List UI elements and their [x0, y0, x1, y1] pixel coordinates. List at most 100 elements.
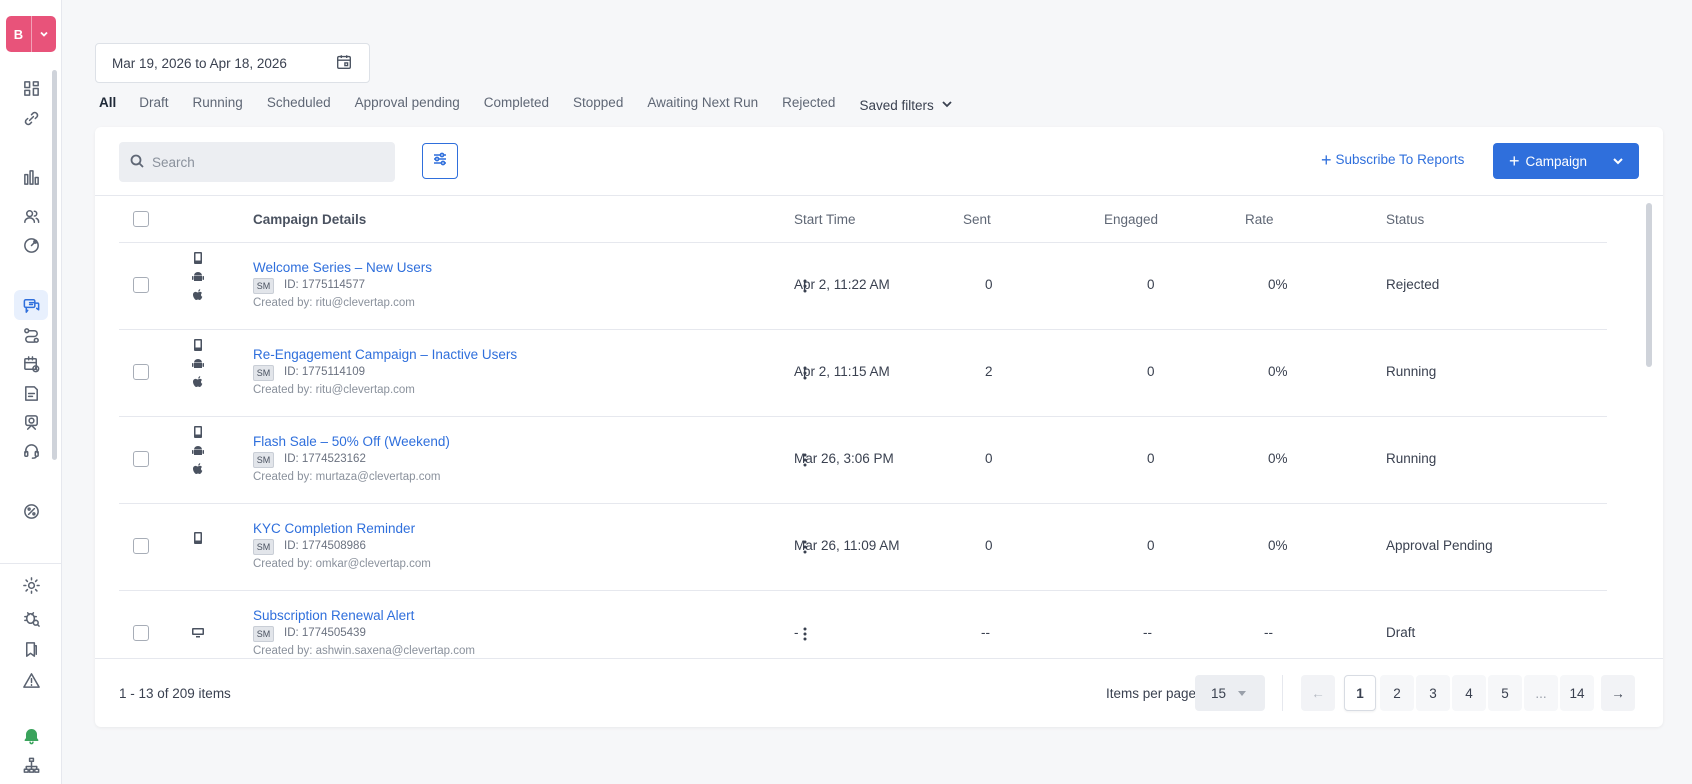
date-range-picker[interactable]: Mar 19, 2026 to Apr 18, 2026	[95, 43, 370, 83]
engaged-count: 0	[1147, 364, 1155, 379]
sent-count: 2	[985, 364, 993, 379]
items-per-page-select[interactable]: 15	[1195, 675, 1265, 711]
dashboard-icon[interactable]	[14, 73, 48, 103]
page-1[interactable]: 1	[1344, 675, 1376, 711]
more-options-icon[interactable]	[797, 626, 813, 642]
table-row[interactable]: KYC Completion Reminder SM ID: 177450898…	[119, 504, 1607, 591]
row-checkbox[interactable]	[133, 277, 149, 293]
rail-scrollbar[interactable]	[52, 70, 57, 460]
gear-icon[interactable]	[14, 570, 48, 600]
support-icon[interactable]	[14, 436, 48, 466]
table-row[interactable]: Welcome Series – New Users SM ID: 177511…	[119, 243, 1607, 330]
search-input[interactable]: Search	[152, 155, 195, 170]
tab-completed[interactable]: Completed	[484, 95, 549, 115]
plus-icon: +	[1321, 149, 1332, 170]
campaign-name-link[interactable]: Welcome Series – New Users	[253, 260, 432, 275]
debug-icon[interactable]	[14, 603, 48, 633]
tab-awaiting-next-run[interactable]: Awaiting Next Run	[647, 95, 758, 115]
android-icon	[191, 357, 205, 371]
scheduled-icon[interactable]	[14, 349, 48, 379]
left-nav-rail: B	[0, 0, 62, 784]
create-campaign-button[interactable]: + Campaign	[1493, 143, 1639, 179]
calendar-icon[interactable]	[335, 53, 353, 74]
rewards-icon[interactable]	[14, 407, 48, 437]
android-icon	[191, 270, 205, 284]
tab-running[interactable]: Running	[193, 95, 243, 115]
campaign-id: ID: 1774505439	[284, 627, 366, 639]
table-row[interactable]: Subscription Renewal Alert SM ID: 177450…	[119, 591, 1607, 658]
prev-page-button[interactable]: ←	[1301, 675, 1335, 711]
users-icon[interactable]	[14, 201, 48, 231]
campaign-creator: Created by: ashwin.saxena@clevertap.com	[253, 645, 475, 657]
tab-stopped[interactable]: Stopped	[573, 95, 623, 115]
status-value: Approval Pending	[1386, 538, 1493, 553]
status-value: Running	[1386, 364, 1437, 379]
row-checkbox[interactable]	[133, 364, 149, 380]
tab-all[interactable]: All	[99, 95, 116, 115]
divider	[95, 658, 1663, 659]
divider	[1282, 675, 1283, 711]
row-checkbox[interactable]	[133, 538, 149, 554]
bookmark-icon[interactable]	[14, 634, 48, 664]
row-checkbox[interactable]	[133, 625, 149, 641]
engaged-count: 0	[1147, 538, 1155, 553]
next-page-button[interactable]: →	[1601, 675, 1635, 711]
page-3[interactable]: 3	[1416, 675, 1450, 711]
segments-icon[interactable]	[14, 230, 48, 260]
table-row[interactable]: Re-Engagement Campaign – Inactive Users …	[119, 330, 1607, 417]
filter-button[interactable]	[422, 143, 458, 179]
rate-value: 0%	[1268, 538, 1288, 553]
table-header: Campaign Details Start Time Sent Engaged…	[119, 195, 1607, 243]
rate-value: 0%	[1268, 451, 1288, 466]
campaign-name-link[interactable]: Subscription Renewal Alert	[253, 608, 414, 623]
rate-value: 0%	[1268, 277, 1288, 292]
tab-scheduled[interactable]: Scheduled	[267, 95, 331, 115]
link-icon[interactable]	[14, 103, 48, 133]
tab-approval-pending[interactable]: Approval pending	[355, 95, 460, 115]
campaign-name-link[interactable]: Flash Sale – 50% Off (Weekend)	[253, 434, 450, 449]
table-scrollbar[interactable]	[1646, 203, 1652, 367]
account-switcher[interactable]: B	[6, 16, 56, 52]
column-sent: Sent	[963, 212, 991, 227]
status-value: Running	[1386, 451, 1437, 466]
analytics-icon[interactable]	[14, 162, 48, 192]
table-row[interactable]: Flash Sale – 50% Off (Weekend) SM ID: 17…	[119, 417, 1607, 504]
tab-draft[interactable]: Draft	[139, 95, 168, 115]
row-checkbox[interactable]	[133, 451, 149, 467]
org-chart-icon[interactable]	[14, 750, 48, 780]
campaign-creator: Created by: ritu@clevertap.com	[253, 384, 415, 396]
bell-icon[interactable]	[14, 720, 48, 750]
start-time: Apr 2, 11:15 AM	[794, 364, 890, 379]
warning-icon[interactable]	[14, 665, 48, 695]
page-2[interactable]: 2	[1380, 675, 1414, 711]
page-ellipsis: ...	[1524, 675, 1558, 711]
select-all-checkbox[interactable]	[133, 211, 149, 227]
channel-badge: SM	[253, 365, 274, 381]
plus-icon: +	[1509, 151, 1520, 171]
campaign-id: ID: 1774523162	[284, 453, 366, 465]
page-4[interactable]: 4	[1452, 675, 1486, 711]
campaign-name-link[interactable]: KYC Completion Reminder	[253, 521, 415, 536]
chevron-down-icon[interactable]	[1611, 154, 1625, 171]
status-value: Draft	[1386, 625, 1416, 640]
chevron-down-icon[interactable]	[32, 16, 56, 52]
items-per-page-value: 15	[1211, 685, 1227, 701]
catalog-icon[interactable]	[14, 378, 48, 408]
journeys-icon[interactable]	[14, 320, 48, 350]
campaign-id: ID: 1775114109	[284, 366, 365, 378]
campaign-id: ID: 1775114577	[284, 279, 365, 291]
campaigns-icon[interactable]	[14, 290, 48, 320]
desktop-icon	[191, 625, 205, 639]
pricing-icon[interactable]	[14, 496, 48, 526]
sliders-icon	[431, 150, 449, 173]
page-5[interactable]: 5	[1488, 675, 1522, 711]
campaign-name-link[interactable]: Re-Engagement Campaign – Inactive Users	[253, 347, 517, 362]
engaged-count: 0	[1147, 277, 1155, 292]
tab-rejected[interactable]: Rejected	[782, 95, 835, 115]
subscribe-to-reports-link[interactable]: + Subscribe To Reports	[1321, 149, 1464, 170]
saved-filters-dropdown[interactable]: Saved filters	[859, 95, 953, 115]
page-14[interactable]: 14	[1560, 675, 1594, 711]
android-icon	[191, 444, 205, 458]
search-box[interactable]: Search	[119, 142, 395, 182]
channel-badge: SM	[253, 626, 274, 642]
